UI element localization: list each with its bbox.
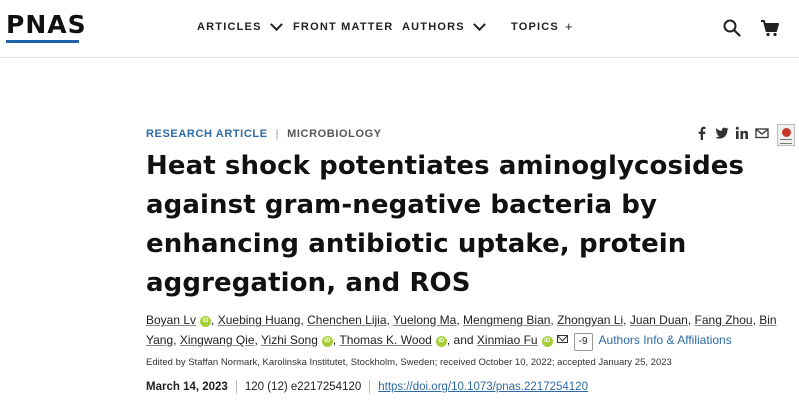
citation-info: 120 (12) e2217254120 (244, 381, 362, 393)
author-link[interactable]: Yizhi Song (261, 333, 318, 347)
cart-icon[interactable] (760, 18, 780, 38)
editor-history: Edited by Staffan Normark, Karolinska In… (146, 357, 672, 368)
doi-link[interactable]: https://doi.org/10.1073/pnas.2217254120 (378, 381, 588, 393)
publication-date: March 14, 2023 (146, 381, 228, 393)
author-link[interactable]: Xuebing Huang (218, 313, 301, 327)
affiliations-link[interactable]: Authors Info & Affiliations (599, 333, 732, 347)
author-list: Boyan Lv iD, Xuebing Huang, Chenchen Liji… (146, 310, 796, 351)
nav-front-matter[interactable]: FRONT MATTER (293, 21, 393, 33)
email-share-icon[interactable] (755, 126, 769, 140)
nav-articles-label: ARTICLES (197, 21, 262, 33)
article-type-link[interactable]: RESEARCH ARTICLE (146, 128, 268, 140)
author-link[interactable]: Yuelong Ma (393, 313, 456, 327)
article-title: Heat shock potentiates aminoglycosides a… (146, 151, 745, 298)
twitter-icon[interactable] (715, 126, 729, 140)
author-link[interactable]: Boyan Lv (146, 313, 196, 327)
linkedin-icon[interactable] (735, 126, 749, 140)
facebook-icon[interactable] (695, 126, 709, 140)
author-link[interactable]: Fang Zhou (695, 313, 753, 327)
article-meta-line: RESEARCH ARTICLE | MICROBIOLOGY (146, 128, 382, 140)
nav-authors[interactable]: AUTHORS (402, 17, 486, 33)
altmetric-badge-icon[interactable] (777, 124, 795, 146)
chevron-down-icon (269, 17, 283, 31)
orcid-icon[interactable]: iD (435, 336, 447, 347)
mail-icon[interactable] (556, 335, 568, 343)
and-text: , and (446, 333, 474, 347)
author-link[interactable]: Thomas K. Wood (339, 333, 431, 347)
meta-separator: | (275, 128, 280, 140)
orcid-icon[interactable]: iD (321, 336, 333, 347)
divider (369, 380, 371, 394)
author-link[interactable]: Juan Duan (630, 313, 688, 327)
pnas-logo[interactable]: PNAS (6, 10, 87, 39)
author-link[interactable]: Xingwang Qie (180, 333, 255, 347)
logo-underline (6, 40, 79, 43)
nav-articles[interactable]: ARTICLES (197, 17, 283, 33)
publication-row: March 14, 2023 120 (12) e2217254120 http… (146, 380, 588, 394)
more-authors-button[interactable]: -9 (573, 333, 593, 351)
nav-topics-label: TOPICS (511, 21, 559, 33)
author-link[interactable]: Zhongyan Li (557, 313, 623, 327)
author-link[interactable]: Mengmeng Bian (463, 313, 550, 327)
share-toolbar (695, 126, 769, 140)
nav-topics[interactable]: TOPICS + (511, 19, 574, 34)
site-header: PNAS ARTICLES FRONT MATTER AUTHORS TOPIC… (0, 0, 799, 58)
badge-lines (780, 139, 792, 144)
badge-dot (782, 128, 791, 137)
orcid-icon[interactable]: iD (200, 316, 212, 327)
divider (235, 380, 237, 394)
search-icon[interactable] (722, 18, 742, 38)
chevron-down-icon (472, 17, 486, 31)
author-link[interactable]: Chenchen Lijia (307, 313, 386, 327)
nav-front-matter-label: FRONT MATTER (293, 21, 394, 33)
orcid-icon[interactable]: iD (541, 336, 553, 347)
nav-authors-label: AUTHORS (402, 21, 465, 33)
author-link[interactable]: Xinmiao Fu (477, 333, 538, 347)
article-subject-link[interactable]: MICROBIOLOGY (287, 128, 382, 140)
plus-icon: + (564, 19, 574, 34)
